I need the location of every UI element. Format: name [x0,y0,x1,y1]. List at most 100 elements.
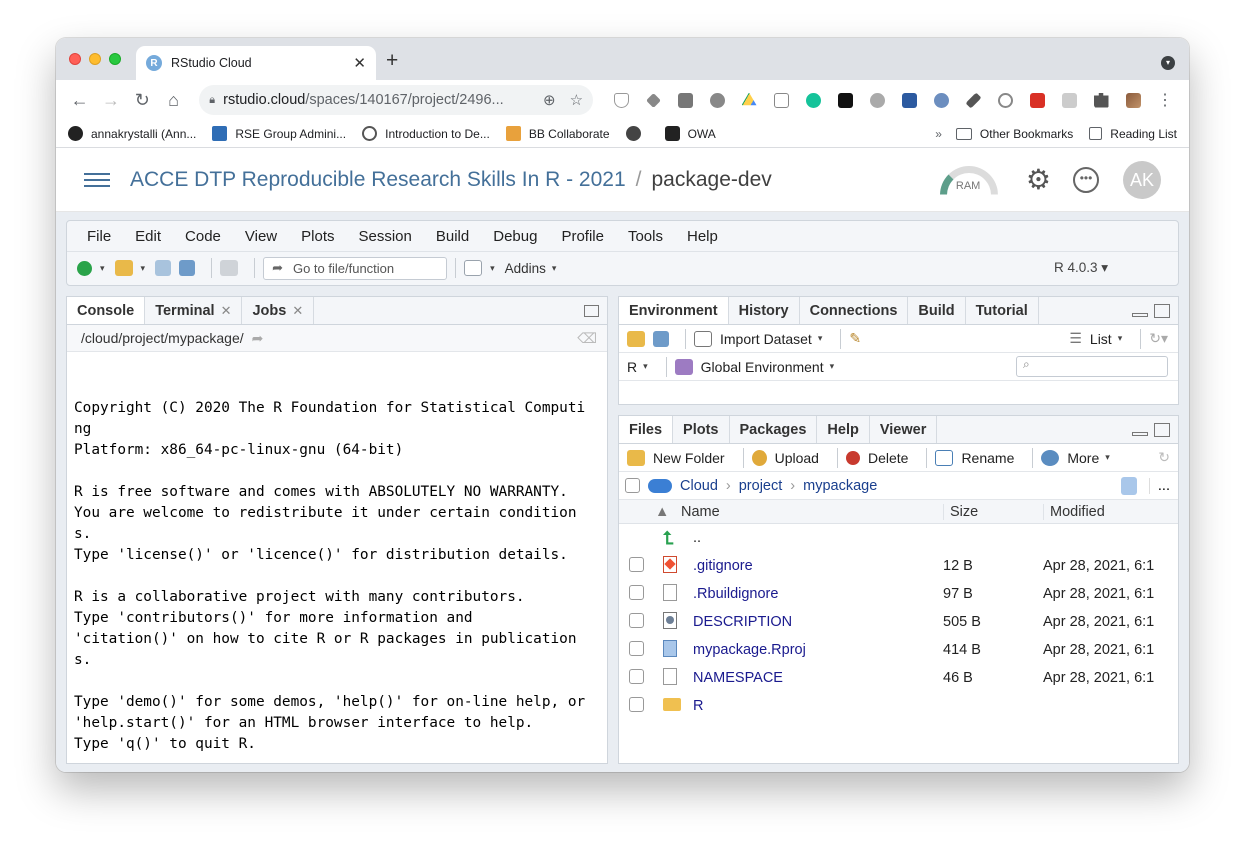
zoom-window-button[interactable] [109,53,121,65]
refresh-files-icon[interactable]: ↻ [1158,449,1170,466]
column-name[interactable]: Name [675,504,943,520]
tab-history[interactable]: History [729,297,800,324]
menu-tools[interactable]: Tools [628,228,663,245]
file-checkbox[interactable] [629,584,644,600]
clear-workspace-broom-icon[interactable]: ✎ [849,330,861,347]
new-tab-icon[interactable]: + [386,49,398,73]
project-title[interactable]: package-dev [652,168,772,192]
shield-extension-icon[interactable] [605,90,637,110]
b-extension-icon[interactable] [765,90,797,110]
bookmarks-overflow-icon[interactable]: » [935,127,942,141]
user-avatar[interactable]: AK [1123,160,1161,199]
load-workspace-icon[interactable] [627,330,645,347]
tab-plots[interactable]: Plots [673,416,730,443]
language-dropdown-icon[interactable]: ▾ [643,361,648,372]
tab-help[interactable]: Help [817,416,870,443]
browser-tab[interactable]: R RStudio Cloud ✕ [136,46,376,80]
file-row[interactable]: R [619,692,1178,720]
minimize-window-button[interactable] [89,53,101,65]
tab-viewer[interactable]: Viewer [870,416,938,443]
menu-plots[interactable]: Plots [301,228,334,245]
menu-build[interactable]: Build [436,228,469,245]
menu-code[interactable]: Code [185,228,221,245]
new-folder-button[interactable]: New Folder [627,449,725,466]
select-all-checkbox[interactable] [625,478,640,493]
save-all-icon[interactable] [179,260,196,276]
save-icon[interactable] [155,260,172,276]
maximize-pane-icon[interactable] [1154,422,1170,437]
file-row[interactable]: .gitignore 12 B Apr 28, 2021, 6:1 [619,552,1178,580]
file-name-link[interactable]: DESCRIPTION [693,614,943,630]
browser-menu-icon[interactable]: ⋮ [1149,90,1181,110]
reload-icon[interactable]: ↻ [127,90,158,111]
rename-button[interactable]: Rename [935,449,1014,466]
h-extension-icon[interactable] [669,90,701,110]
menu-profile[interactable]: Profile [561,228,604,245]
drive-extension-icon[interactable] [733,90,765,110]
tab-console[interactable]: Console [67,297,146,324]
minimize-pane-icon[interactable] [1132,312,1148,317]
home-icon[interactable]: ⌂ [158,90,189,111]
puzzle-extensions-icon[interactable] [1085,90,1117,110]
clear-console-broom-icon[interactable]: ⌫ [577,330,597,347]
close-window-button[interactable] [69,53,81,65]
file-row[interactable]: mypackage.Rproj 414 B Apr 28, 2021, 6:1 [619,636,1178,664]
workspace-panes-icon[interactable] [464,260,483,276]
tab-environment[interactable]: Environment [619,297,729,324]
language-selector[interactable]: R [627,359,637,375]
global-environment-selector[interactable]: Global Environment [701,359,824,375]
r-extension-icon[interactable] [1053,90,1085,110]
forward-icon[interactable]: → [95,90,126,111]
file-checkbox[interactable] [629,556,644,572]
eyedropper-extension-icon[interactable] [957,90,989,110]
file-name-link[interactable]: .Rbuildignore [693,586,943,602]
more-button[interactable]: More ▾ [1041,449,1119,466]
open-file-icon[interactable] [114,260,133,276]
tab-packages[interactable]: Packages [730,416,818,443]
environment-search-input[interactable]: ⌕ [1016,356,1168,377]
bookmark-owa[interactable]: OWA [664,126,716,141]
ram-gauge[interactable]: RAM [939,162,998,198]
file-checkbox[interactable] [629,640,644,656]
bookmark-star-icon[interactable]: ☆ [570,91,583,109]
hamburger-menu-icon[interactable] [84,172,110,187]
breadcrumb-cloud[interactable]: Cloud [680,478,718,494]
addins-menu[interactable]: Addins [505,261,546,276]
more-options-icon[interactable]: ••• [1073,166,1099,193]
import-dataset-dropdown-icon[interactable]: ▾ [818,333,823,344]
new-file-icon[interactable] [77,260,92,276]
tab-search-icon[interactable]: ▾ [1161,56,1175,70]
breadcrumb-mypackage[interactable]: mypackage [803,478,877,494]
close-tab-icon[interactable]: ✕ [221,303,232,319]
file-name-link[interactable]: .gitignore [693,558,943,574]
panes-dropdown-icon[interactable]: ▾ [490,263,495,274]
lab-extension-icon[interactable] [861,90,893,110]
save-workspace-icon[interactable] [653,330,669,347]
google-extension-icon[interactable] [989,90,1021,110]
addins-dropdown-icon[interactable]: ▾ [552,263,557,274]
reading-list[interactable]: Reading List [1089,127,1177,141]
space-title[interactable]: ACCE DTP Reproducible Research Skills In… [130,168,626,192]
parent-dir-link[interactable]: .. [693,530,943,546]
go-to-dir-icon[interactable]: ➦ [252,330,264,347]
file-checkbox[interactable] [629,668,644,684]
calendar-extension-icon[interactable] [1021,90,1053,110]
menu-help[interactable]: Help [687,228,718,245]
other-bookmarks[interactable]: Other Bookmarks [955,127,1073,141]
tab-connections[interactable]: Connections [800,297,909,324]
back-icon[interactable]: ← [64,90,95,111]
menu-debug[interactable]: Debug [493,228,537,245]
tab-jobs[interactable]: Jobs ✕ [242,297,315,324]
new-file-dropdown-icon[interactable]: ▾ [100,263,105,274]
popout-pane-icon[interactable] [584,304,599,317]
go-to-project-dir-icon[interactable] [1120,476,1137,495]
museum-extension-icon[interactable] [893,90,925,110]
bookmark-github-annakrystalli[interactable]: annakrystalli (Ann... [68,126,196,141]
tab-tutorial[interactable]: Tutorial [966,297,1039,324]
list-view-button[interactable]: List [1090,331,1112,347]
open-recent-dropdown-icon[interactable]: ▾ [141,263,146,274]
column-modified[interactable]: Modified [1043,503,1105,520]
import-dataset-button[interactable]: Import Dataset [720,331,812,347]
breadcrumb-project[interactable]: project [739,478,783,494]
delete-button[interactable]: Delete [845,450,908,466]
